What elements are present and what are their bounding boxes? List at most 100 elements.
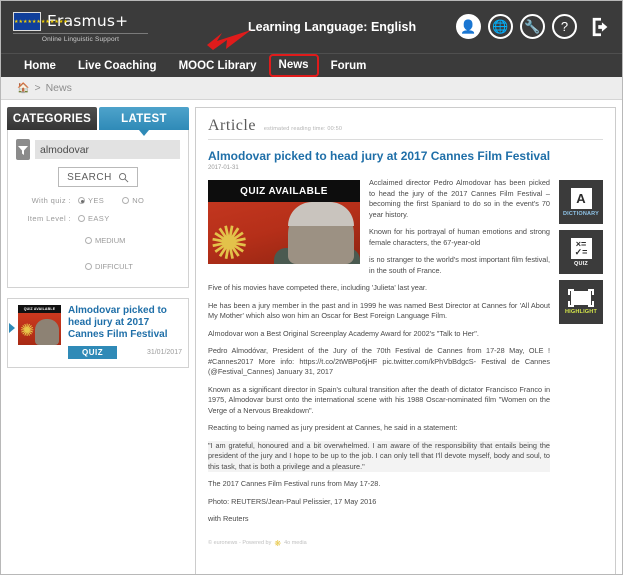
article-paragraph: The 2017 Cannes Film Festival runs from … (208, 479, 381, 488)
tab-latest[interactable]: LATEST (99, 107, 189, 136)
article-body: QUIZ AVAILABLE ✺ Acclaimed director Pedr… (208, 178, 550, 548)
radio-dot-icon (78, 197, 85, 204)
footer-credit-brand: 4o media (284, 540, 307, 546)
portrait-shape (35, 319, 59, 345)
filter-panel: SEARCH With quiz : YES (7, 130, 189, 288)
palm-icon: ✺ (20, 321, 35, 340)
article-panel: Article estimated reading time: 00:50 Al… (195, 107, 616, 574)
search-row (16, 139, 180, 160)
item-level-option-easy[interactable]: EASY (78, 214, 110, 223)
learning-language: Learning Language: English (248, 20, 416, 34)
breadcrumb-separator: > (34, 82, 41, 94)
with-quiz-option-no[interactable]: NO (122, 196, 144, 205)
top-header: ★★★★★★★★★★★★ Erasmus+ Online Linguistic … (1, 1, 622, 53)
result-date: 31/01/2017 (146, 349, 182, 356)
with-quiz-label: With quiz : (31, 196, 71, 205)
learning-language-value: English (370, 20, 417, 34)
item-level-option-medium[interactable]: MEDIUM (85, 236, 125, 245)
with-quiz-row: With quiz : YES NO (16, 196, 180, 205)
help-icon[interactable]: ? (552, 14, 577, 39)
magnifier-icon (118, 172, 129, 182)
quiz-icon: ×= ✓= (570, 237, 592, 259)
palm-icon: ✺ (208, 213, 254, 264)
quiz-button[interactable]: ×= ✓= QUIZ (559, 230, 603, 274)
user-icon[interactable]: 👤 (456, 14, 481, 39)
reading-time: estimated reading time: 00:50 (263, 126, 343, 132)
item-level-option-difficult[interactable]: DIFFICULT (85, 262, 133, 271)
quiz-badge[interactable]: QUIZ (68, 346, 118, 359)
brand-logo[interactable]: ★★★★★★★★★★★★ Erasmus+ Online Linguistic … (13, 11, 188, 43)
article-paragraph: Almodovar won a Best Original Screenplay… (208, 328, 479, 338)
eu-flag-icon: ★★★★★★★★★★★★ (13, 11, 68, 31)
dictionary-label: DICTIONARY (562, 210, 600, 217)
item-level-row: Item Level : EASY (16, 214, 180, 223)
article-footer-credit: © euronews - Powered by ❋ 4o media (208, 539, 550, 548)
nav-item-forum[interactable]: Forum (320, 54, 378, 78)
nav-item-live-coaching[interactable]: Live Coaching (67, 54, 168, 78)
thumbnail-quiz-badge: QUIZ AVAILABLE (18, 305, 61, 313)
portrait-hair (288, 202, 354, 226)
globe-icon[interactable]: 🌐 (488, 14, 513, 39)
result-thumbnail: QUIZ AVAILABLE ✺ (18, 305, 61, 345)
item-level-row-difficult: DIFFICULT (85, 257, 180, 275)
learning-language-label: Learning Language: (248, 20, 368, 34)
highlight-icon (568, 289, 594, 307)
radio-dot-icon (85, 263, 92, 270)
page-content: CATEGORIES LATEST SEARCH (1, 100, 622, 574)
app-window: ★★★★★★★★★★★★ Erasmus+ Online Linguistic … (0, 0, 623, 575)
breadcrumb-current: News (45, 82, 72, 94)
article-paragraph-photo-credit: Photo: REUTERS/Jean-Paul Pelissier, 17 M… (208, 496, 377, 506)
footer-credit-text: © euronews - Powered by (208, 540, 272, 546)
home-icon[interactable]: 🏠 (17, 83, 29, 94)
nav-item-news[interactable]: News (268, 54, 319, 77)
article-paragraph-tweet: Pedro Almodóvar, President of the Jury o… (208, 346, 550, 376)
item-level-difficult-label: DIFFICULT (95, 262, 133, 271)
breadcrumb: 🏠 > News (1, 77, 622, 100)
article-header: Article estimated reading time: 00:50 (208, 117, 603, 140)
article-paragraph: He has been a jury member in the past an… (208, 300, 550, 321)
section-label: Article (208, 117, 256, 134)
item-level-easy-label: EASY (88, 214, 110, 223)
tab-categories[interactable]: CATEGORIES (7, 107, 97, 130)
article-paragraph-quote: "I am grateful, honoured and a bit overw… (208, 440, 550, 472)
dictionary-icon: A (570, 187, 592, 209)
radio-dot-icon (85, 237, 92, 244)
quiz-label: QUIZ (574, 260, 588, 267)
header-icon-group: 👤 🌐 🔧 ? (456, 14, 612, 39)
hero-quiz-badge: QUIZ AVAILABLE (208, 180, 360, 202)
result-footer: QUIZ 31/01/2017 (68, 346, 182, 359)
item-level-row-medium: MEDIUM (85, 231, 180, 249)
result-body: Almodovar picked to head jury at 2017 Ca… (68, 305, 182, 359)
article-paragraph: Reacting to being named as jury presiden… (208, 423, 458, 432)
media-logo-icon: ❋ (274, 538, 282, 548)
funnel-icon[interactable] (16, 139, 30, 160)
nav-item-home[interactable]: Home (13, 54, 67, 78)
radio-dot-icon (78, 215, 85, 222)
brand-subtitle: Online Linguistic Support (13, 32, 148, 43)
highlight-label: HIGHLIGHT (564, 309, 598, 315)
item-level-medium-label: MEDIUM (95, 236, 126, 245)
list-item[interactable]: QUIZ AVAILABLE ✺ Almodovar picked to hea… (7, 298, 189, 368)
search-input[interactable] (35, 140, 180, 159)
article-main: QUIZ AVAILABLE ✺ Acclaimed director Pedr… (208, 178, 603, 548)
article-paragraph: Five of his movies have competed there, … (208, 283, 427, 292)
item-level-label: Item Level : (27, 214, 71, 223)
radio-dot-icon (122, 197, 130, 204)
result-title[interactable]: Almodovar picked to head jury at 2017 Ca… (68, 305, 182, 341)
search-button-label: SEARCH (67, 171, 112, 183)
search-button[interactable]: SEARCH (58, 167, 138, 187)
article-paragraph-source: with Reuters (208, 514, 249, 523)
nav-item-mooc-library[interactable]: MOOC Library (168, 54, 268, 78)
article-date: 2017-01-31 (208, 165, 239, 171)
highlight-button[interactable]: HIGHLIGHT (559, 280, 603, 324)
with-quiz-yes-label: YES (88, 196, 105, 205)
main-nav: Home Live Coaching MOOC Library News For… (1, 30, 622, 78)
dictionary-button[interactable]: A DICTIONARY (559, 180, 603, 224)
with-quiz-option-yes[interactable]: YES (78, 196, 104, 205)
sidebar-tabs: CATEGORIES LATEST (7, 107, 189, 136)
logout-icon[interactable] (590, 15, 612, 39)
tool-rail: A DICTIONARY ×= ✓= QUIZ HIGHLIGHT (559, 178, 603, 548)
article-paragraph: Known as a significant director in Spain… (208, 384, 550, 415)
article-title[interactable]: Almodovar picked to head jury at 2017 Ca… (208, 149, 603, 163)
wrench-icon[interactable]: 🔧 (520, 14, 545, 39)
